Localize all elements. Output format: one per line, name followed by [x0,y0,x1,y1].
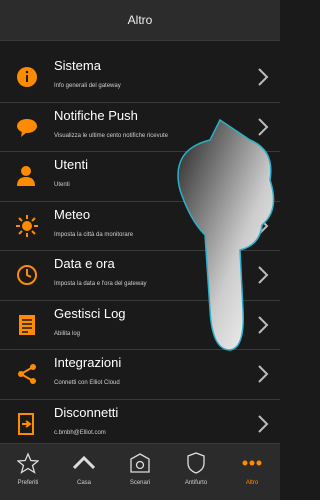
item-subtitle: Utenti [54,182,70,188]
item-title: Gestisci Log [54,305,126,321]
item-title: Data e ora [54,256,115,271]
chevron-right-icon [258,167,269,185]
list-item-notifiche-push[interactable]: Notifiche Push Visualizza le ultime cent… [0,103,280,152]
item-title: Sistema [54,58,101,73]
share-icon [18,364,36,384]
item-subtitle: Abilita log [54,330,81,337]
chevron-right-icon [258,266,269,284]
chevron-right-icon [258,414,269,433]
list-item-utenti[interactable]: Utenti Utenti [0,152,280,202]
item-subtitle: c.bmbh@Elliot.com [54,429,106,436]
house-icon [73,455,95,470]
scenario-icon [130,453,150,473]
tab-antifurto[interactable]: Antifurto [168,444,224,500]
tab-altro[interactable]: Altro [224,444,280,500]
sun-icon [16,214,38,237]
item-title: Meteo [54,206,91,222]
item-subtitle: Connetti con Elliot Cloud [54,380,120,386]
item-subtitle: Imposta la data e l'ora del gateway [54,281,147,287]
item-subtitle: Visualizza le ultime cento notifiche ric… [54,132,168,139]
more-dots-icon [242,460,262,466]
logout-icon [18,412,34,435]
chevron-right-icon [258,68,269,86]
settings-list: Sistema Info generali del gateway Notifi… [0,53,280,449]
tab-label: Altro [245,480,259,486]
page-title: Altro [127,13,153,27]
chevron-right-icon [258,216,269,235]
item-title: Utenti [54,157,88,172]
item-title: Disconnetti [54,404,119,420]
list-item-gestisci-log[interactable]: Gestisci Log Abilita log [0,301,280,350]
user-icon [17,166,35,186]
item-subtitle: Info generali del gateway [54,83,121,89]
chat-bubble-icon [17,118,37,137]
list-item-integrazioni[interactable]: Integrazioni Connetti con Elliot Cloud [0,350,280,400]
bottom-tab-bar: Preferiti Casa Scenari Antifurto Altro [0,443,280,500]
tab-label: Preferiti [17,480,39,486]
tab-preferiti[interactable]: Preferiti [0,444,56,500]
info-circle-icon [17,67,37,87]
chevron-right-icon [258,365,269,383]
tab-scenari[interactable]: Scenari [112,444,168,500]
tab-label: Casa [76,480,91,486]
top-bar: Altro [0,0,280,41]
list-item-sistema[interactable]: Sistema Info generali del gateway [0,53,280,103]
item-title: Notifiche Push [54,107,138,123]
shield-icon [187,452,205,474]
list-item-disconnetti[interactable]: Disconnetti c.bmbh@Elliot.com [0,400,280,449]
tab-label: Antifurto [184,480,208,486]
item-title: Integrazioni [54,355,122,370]
list-item-data-e-ora[interactable]: Data e ora Imposta la data e l'ora del g… [0,251,280,301]
document-icon [19,314,35,335]
tab-casa[interactable]: Casa [56,444,112,500]
chevron-right-icon [258,315,269,334]
clock-icon [17,265,37,285]
chevron-right-icon [258,117,269,136]
tab-label: Scenari [129,480,151,486]
item-subtitle: Imposta la città da monitorare [54,231,134,238]
list-item-meteo[interactable]: Meteo Imposta la città da monitorare [0,202,280,251]
star-icon [17,452,39,474]
